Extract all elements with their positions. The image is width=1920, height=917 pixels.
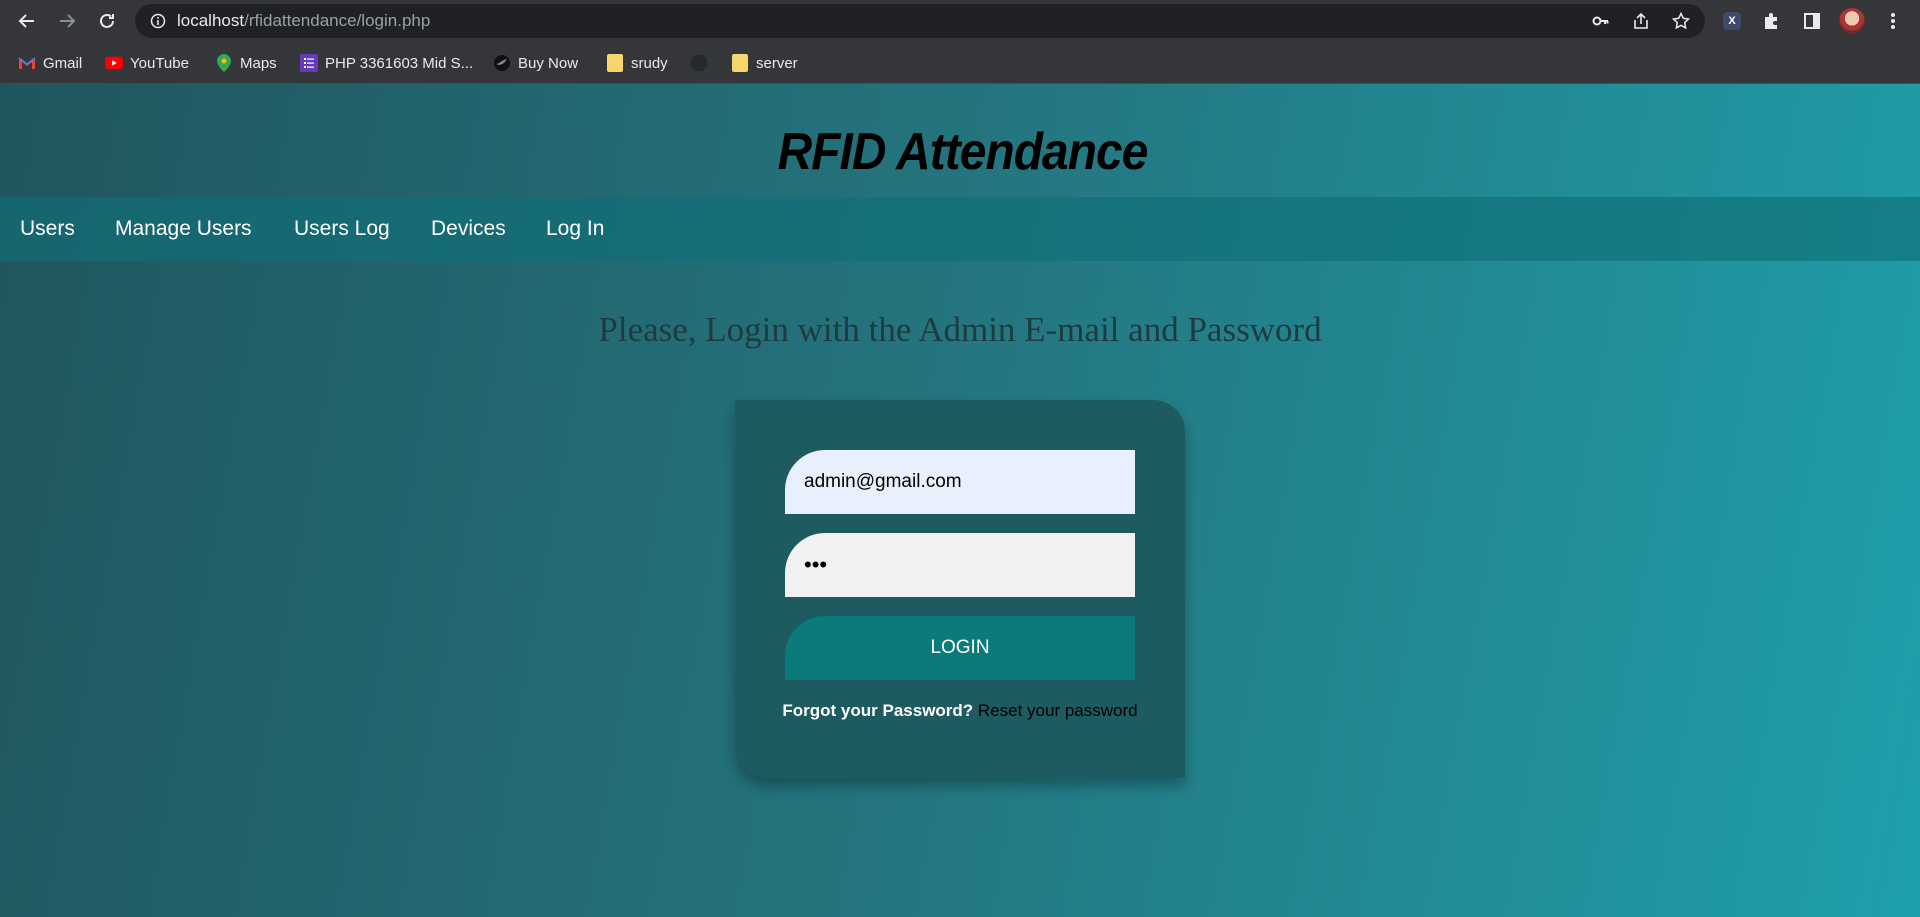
forward-icon[interactable] <box>54 8 80 34</box>
back-icon[interactable] <box>14 8 40 34</box>
url-path: /rfidattendance/login.php <box>244 11 431 30</box>
nav-log-in[interactable]: Log In <box>546 197 604 261</box>
folder-icon <box>606 54 624 72</box>
bookmark-github[interactable] <box>690 51 715 75</box>
folder-icon <box>731 54 749 72</box>
bookmark-label: srudy <box>631 54 668 72</box>
main-navbar: Users Manage Users Users Log Devices Log… <box>0 197 1920 261</box>
bookmark-php[interactable]: PHP 3361603 Mid S... <box>300 51 473 75</box>
email-field[interactable] <box>785 450 1135 514</box>
star-icon[interactable] <box>1669 9 1693 33</box>
forgot-password-row: Forgot your Password? Reset your passwor… <box>735 701 1185 721</box>
password-field[interactable] <box>785 533 1135 597</box>
reload-icon[interactable] <box>94 8 120 34</box>
youtube-icon <box>105 54 123 72</box>
bookmark-srudy[interactable]: srudy <box>606 51 668 75</box>
bookmark-label: Buy Now <box>518 54 579 72</box>
url-host: localhost <box>177 11 245 30</box>
profile-avatar[interactable] <box>1839 8 1865 34</box>
bookmark-label: Gmail <box>43 54 83 72</box>
maps-icon <box>215 54 233 72</box>
bookmark-gmail[interactable]: Gmail <box>18 51 82 75</box>
menu-dots-icon[interactable] <box>1880 8 1906 34</box>
bookmark-buy-now[interactable]: Buy Now <box>493 51 578 75</box>
login-heading: Please, Login with the Admin E-mail and … <box>598 310 1322 349</box>
login-card: LOGIN Forgot your Password? Reset your p… <box>735 400 1185 778</box>
gmail-icon <box>18 54 36 72</box>
github-icon <box>690 54 708 72</box>
url-text: localhost/rfidattendance/login.php <box>177 4 430 38</box>
nav-users-log[interactable]: Users Log <box>294 197 390 261</box>
login-button[interactable]: LOGIN <box>785 616 1135 680</box>
address-bar[interactable]: localhost/rfidattendance/login.php <box>135 4 1705 38</box>
info-icon[interactable] <box>146 9 170 33</box>
extension-x-icon[interactable]: X <box>1719 8 1745 34</box>
forms-icon <box>300 54 318 72</box>
forgot-password-text: Forgot your Password? <box>782 701 974 720</box>
extensions-puzzle-icon[interactable] <box>1759 8 1785 34</box>
page-content: RFID Attendance Users Manage Users Users… <box>0 84 1920 917</box>
bookmark-label: YouTube <box>130 54 189 72</box>
bookmark-maps[interactable]: Maps <box>215 51 277 75</box>
bird-icon <box>493 54 511 72</box>
bookmarks-bar: Gmail YouTube Maps PHP 3361603 Mid S... … <box>0 42 1920 84</box>
share-icon[interactable] <box>1629 9 1653 33</box>
bookmark-label: PHP 3361603 Mid S... <box>325 54 474 72</box>
reset-password-link[interactable]: Reset your password <box>978 701 1138 720</box>
bookmark-server[interactable]: server <box>731 51 798 75</box>
bookmark-label: server <box>756 54 798 72</box>
bookmark-youtube[interactable]: YouTube <box>105 51 189 75</box>
side-panel-icon[interactable] <box>1799 8 1825 34</box>
browser-toolbar: localhost/rfidattendance/login.php X <box>0 0 1920 42</box>
nav-users[interactable]: Users <box>20 197 75 261</box>
key-icon[interactable] <box>1589 9 1613 33</box>
bookmark-label: Maps <box>240 54 277 72</box>
site-title: RFID Attendance <box>777 123 1149 181</box>
nav-devices[interactable]: Devices <box>431 197 506 261</box>
nav-manage-users[interactable]: Manage Users <box>115 197 252 261</box>
